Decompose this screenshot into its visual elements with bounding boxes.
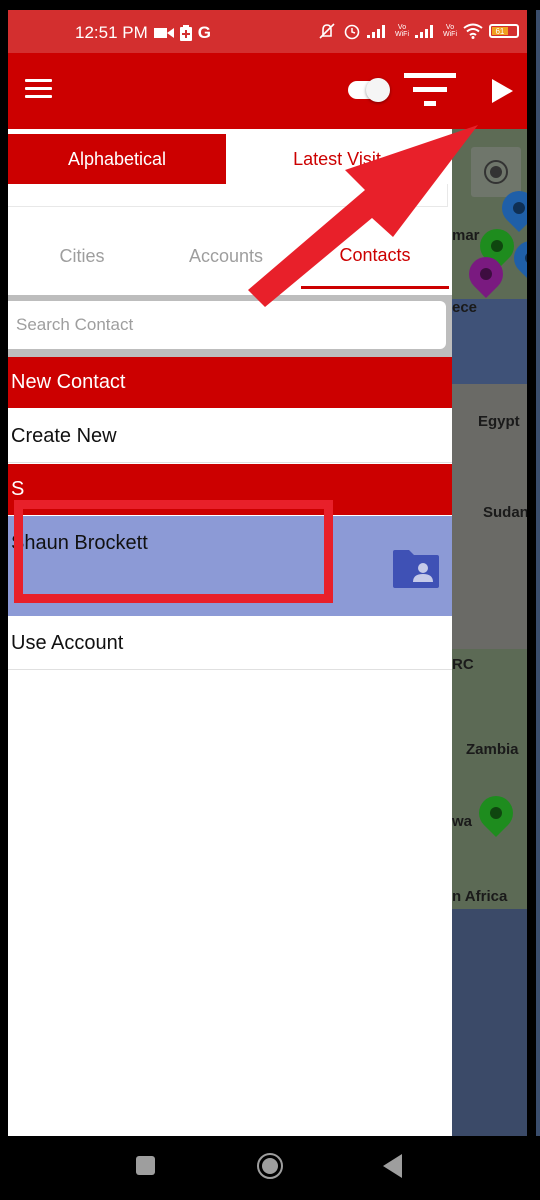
vowifi-1-icon: Vo WiFi bbox=[395, 24, 409, 38]
map-label: Egypt bbox=[478, 413, 520, 430]
use-account-item[interactable]: Use Account bbox=[8, 617, 452, 670]
map-label: mar bbox=[452, 227, 480, 244]
status-right: Vo WiFi Vo WiFi 61 bbox=[317, 22, 519, 40]
section-header-s: S bbox=[8, 464, 452, 515]
alarm-icon bbox=[344, 24, 360, 40]
tab-contacts[interactable]: Contacts bbox=[301, 224, 449, 289]
status-left: 12:51 PM G bbox=[75, 23, 211, 43]
vowifi-2-icon: Vo WiFi bbox=[443, 24, 457, 38]
map-marker[interactable] bbox=[494, 183, 527, 239]
tab-cities[interactable]: Cities bbox=[8, 224, 156, 289]
signal-2-icon bbox=[415, 25, 433, 38]
back-button[interactable] bbox=[383, 1154, 402, 1178]
map-view[interactable]: mar ece Egypt Sudan RC Zambia wa n Afric… bbox=[452, 129, 527, 1136]
new-contact-header: New Contact bbox=[8, 357, 452, 408]
sort-toggle: Alphabetical Latest Visit bbox=[8, 134, 448, 207]
battery-level: 61 bbox=[492, 27, 508, 36]
wifi-icon bbox=[463, 23, 483, 39]
play-icon[interactable] bbox=[492, 79, 513, 103]
search-bar bbox=[8, 295, 452, 357]
video-camera-icon bbox=[153, 28, 174, 38]
google-icon: G bbox=[197, 23, 211, 42]
tab-bar: Cities Accounts Contacts bbox=[8, 224, 452, 289]
contact-list-item[interactable]: Shaun Brockett bbox=[8, 516, 452, 616]
right-edge bbox=[527, 0, 540, 1136]
contact-name: Shaun Brockett bbox=[11, 532, 148, 554]
status-bar: 12:51 PM G Vo WiFi Vo WiFi 61 bbox=[8, 10, 527, 53]
contact-folder-icon[interactable] bbox=[393, 550, 439, 588]
map-label: n Africa bbox=[452, 888, 508, 905]
toggle-knob bbox=[366, 78, 390, 102]
sort-alphabetical-button[interactable]: Alphabetical bbox=[8, 134, 226, 184]
tab-accounts[interactable]: Accounts bbox=[152, 224, 300, 289]
filter-icon[interactable] bbox=[404, 73, 456, 107]
battery-icon: 61 bbox=[489, 24, 519, 38]
search-contact-input[interactable] bbox=[8, 301, 446, 349]
map-marker[interactable] bbox=[471, 788, 521, 844]
crosshair-icon bbox=[484, 160, 508, 184]
status-time: 12:51 PM bbox=[75, 23, 148, 42]
map-label: wa bbox=[452, 813, 473, 830]
map-label: Zambia bbox=[466, 741, 519, 758]
map-marker[interactable] bbox=[506, 233, 527, 289]
app-bar bbox=[8, 53, 527, 129]
phone-screen: 12:51 PM G Vo WiFi Vo WiFi 61 mar ece Eg… bbox=[8, 10, 527, 1136]
contacts-panel: Alphabetical Latest Visit Cities Account… bbox=[8, 129, 452, 1136]
recent-apps-button[interactable] bbox=[136, 1156, 155, 1175]
my-location-button[interactable] bbox=[471, 147, 521, 197]
battery-saver-icon bbox=[179, 25, 192, 41]
map-toggle-switch[interactable] bbox=[348, 78, 393, 102]
hamburger-menu-icon[interactable] bbox=[25, 79, 52, 99]
map-label: RC bbox=[452, 656, 474, 673]
signal-1-icon bbox=[367, 25, 385, 38]
create-new-item[interactable]: Create New bbox=[8, 410, 452, 463]
mute-icon bbox=[319, 23, 335, 39]
sort-latest-visit-button[interactable]: Latest Visit bbox=[226, 134, 448, 184]
home-button[interactable] bbox=[257, 1153, 283, 1179]
map-marker[interactable] bbox=[461, 249, 511, 305]
map-label: Sudan bbox=[483, 504, 527, 521]
